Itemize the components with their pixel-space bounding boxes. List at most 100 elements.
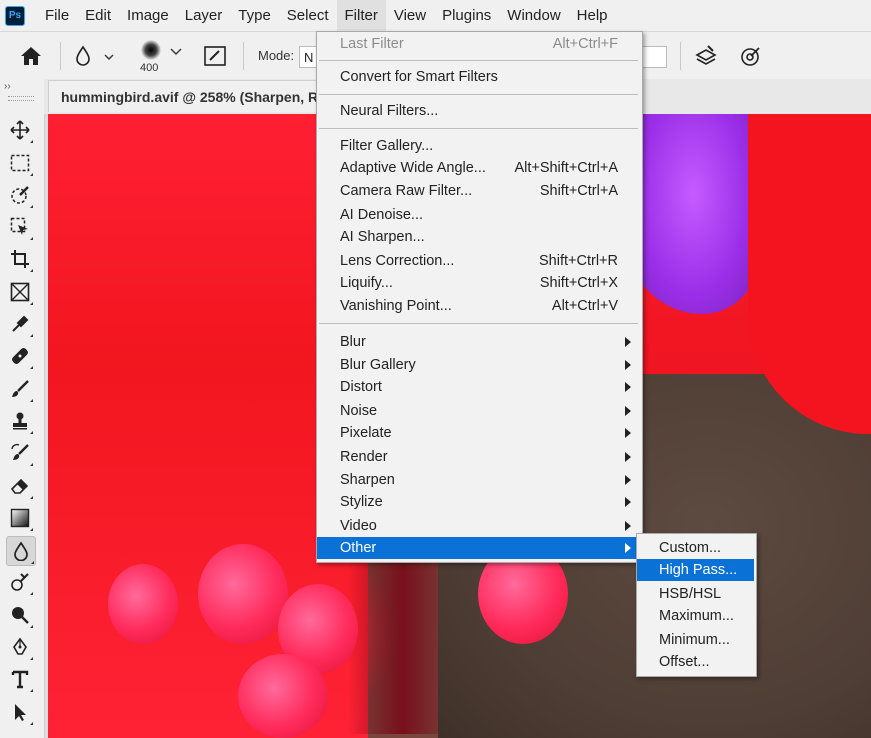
submenu-other[interactable]: Other (317, 537, 640, 559)
brush-settings-button[interactable] (203, 45, 227, 67)
menu-item-label: Blur (340, 334, 366, 350)
menu-item-maximum[interactable]: Maximum... (637, 605, 754, 627)
menu-item-neural-filters[interactable]: Neural Filters... (317, 100, 640, 122)
shortcut-label: Shift+Ctrl+X (539, 275, 618, 291)
document-tab[interactable]: hummingbird.avif @ 258% (Sharpen, RGB (48, 80, 320, 112)
dodge-tool[interactable] (6, 568, 34, 596)
canvas-blob (198, 544, 288, 644)
menu-item-label: Pixelate (340, 425, 392, 441)
menu-item-hsb-hsl[interactable]: HSB/HSL (637, 583, 754, 605)
submenu-noise[interactable]: Noise (317, 400, 640, 422)
submenu-sharpen[interactable]: Sharpen (317, 469, 640, 491)
type-tool[interactable] (6, 665, 34, 693)
frame-tool[interactable] (6, 278, 34, 306)
shortcut-label: Shift+Ctrl+R (539, 253, 618, 269)
menu-item-offset[interactable]: Offset... (637, 651, 754, 673)
menu-item-minimum[interactable]: Minimum... (637, 629, 754, 651)
menu-item-label: Neural Filters... (340, 103, 439, 119)
pen-dodge-tool[interactable] (6, 601, 34, 629)
menu-item-convert-smart-filters[interactable]: Convert for Smart Filters (317, 66, 640, 88)
brush-tool[interactable] (6, 375, 34, 403)
healing-brush-tool[interactable] (6, 342, 34, 370)
marquee-tool[interactable] (6, 149, 34, 177)
eraser-tool[interactable] (6, 472, 34, 500)
select-subject-tool[interactable] (6, 213, 34, 241)
pressure-target-icon (741, 47, 760, 66)
menu-item-filter-gallery[interactable]: Filter Gallery... (317, 135, 640, 157)
photoshop-logo-icon: Ps (5, 5, 25, 26)
menu-select[interactable]: Select (279, 0, 337, 31)
submenu-stylize[interactable]: Stylize (317, 491, 640, 513)
history-brush-tool[interactable] (6, 439, 34, 467)
home-icon (21, 47, 41, 65)
menu-item-last-filter[interactable]: Last Filter Alt+Ctrl+F (317, 33, 640, 55)
menu-help[interactable]: Help (569, 0, 616, 31)
menu-image[interactable]: Image (119, 0, 177, 31)
gradient-tool[interactable] (6, 504, 34, 532)
crop-tool[interactable] (6, 245, 34, 273)
home-button[interactable] (18, 44, 44, 68)
menu-item-ai-denoise[interactable]: AI Denoise... (317, 204, 640, 226)
clone-stamp-tool[interactable] (6, 407, 34, 435)
submenu-pixelate[interactable]: Pixelate (317, 422, 640, 444)
menu-item-vanishing-point[interactable]: Vanishing Point... Alt+Ctrl+V (317, 295, 640, 317)
menu-item-lens-correction[interactable]: Lens Correction... Shift+Ctrl+R (317, 250, 640, 272)
menu-file[interactable]: File (37, 0, 77, 31)
gradient-icon (10, 508, 30, 528)
menu-edit[interactable]: Edit (77, 0, 119, 31)
move-tool[interactable] (6, 116, 34, 144)
menu-window[interactable]: Window (499, 0, 568, 31)
brush-size-label: 400 (140, 62, 159, 74)
submenu-blur-gallery[interactable]: Blur Gallery (317, 354, 640, 376)
rectangle-marquee-icon (10, 154, 30, 172)
pressure-button[interactable] (739, 44, 763, 68)
submenu-blur[interactable]: Blur (317, 331, 640, 353)
submenu-arrow-icon (625, 406, 631, 416)
submenu-render[interactable]: Render (317, 446, 640, 468)
blur-tool[interactable] (6, 536, 36, 566)
menu-plugins[interactable]: Plugins (434, 0, 499, 31)
panel-grip[interactable] (8, 96, 34, 101)
menu-item-label: Last Filter (340, 36, 404, 52)
brush-preset-picker[interactable]: 400 (138, 38, 188, 78)
menu-view[interactable]: View (386, 0, 434, 31)
submenu-distort[interactable]: Distort (317, 376, 640, 398)
brush-icon (12, 380, 29, 397)
menu-layer[interactable]: Layer (177, 0, 231, 31)
menu-item-label: Other (340, 540, 377, 556)
dodge-burn-icon (11, 573, 29, 591)
menu-item-label: Distort (340, 379, 382, 395)
strength-input[interactable] (640, 46, 667, 68)
filter-menu: Last Filter Alt+Ctrl+F Convert for Smart… (316, 31, 643, 563)
menu-item-label: Vanishing Point... (340, 298, 452, 314)
menu-item-label: Blur Gallery (340, 357, 416, 373)
menu-type[interactable]: Type (230, 0, 279, 31)
path-selection-tool[interactable] (6, 698, 34, 726)
shortcut-label: Alt+Ctrl+V (551, 298, 618, 314)
collapse-panel-icon[interactable]: ›› (4, 81, 11, 92)
submenu-arrow-icon (625, 337, 631, 347)
submenu-arrow-icon (625, 360, 631, 370)
brush-tip-icon (141, 40, 161, 60)
menu-item-label: Custom... (659, 540, 722, 556)
menu-item-liquify[interactable]: Liquify... Shift+Ctrl+X (317, 272, 640, 294)
eyedropper-icon (12, 315, 29, 332)
eyedropper-tool[interactable] (6, 310, 34, 338)
sponge-icon (12, 607, 29, 624)
menu-item-adaptive-wide-angle[interactable]: Adaptive Wide Angle... Alt+Shift+Ctrl+A (317, 157, 640, 179)
sample-all-layers-button[interactable] (694, 44, 718, 68)
menu-item-high-pass[interactable]: High Pass... (637, 559, 754, 581)
menu-item-custom[interactable]: Custom... (637, 537, 754, 559)
submenu-video[interactable]: Video (317, 515, 640, 537)
object-selection-tool[interactable] (6, 181, 34, 209)
pen-tool[interactable] (6, 633, 34, 661)
bandage-icon (12, 348, 28, 364)
menu-item-label: AI Denoise... (340, 207, 424, 223)
menu-divider (319, 323, 638, 324)
menu-item-ai-sharpen[interactable]: AI Sharpen... (317, 226, 640, 248)
menu-item-label: AI Sharpen... (340, 229, 425, 245)
canvas-blob (238, 654, 328, 738)
menu-filter[interactable]: Filter (336, 0, 386, 31)
tool-preset-picker[interactable] (72, 44, 118, 68)
menu-item-camera-raw-filter[interactable]: Camera Raw Filter... Shift+Ctrl+A (317, 180, 640, 202)
